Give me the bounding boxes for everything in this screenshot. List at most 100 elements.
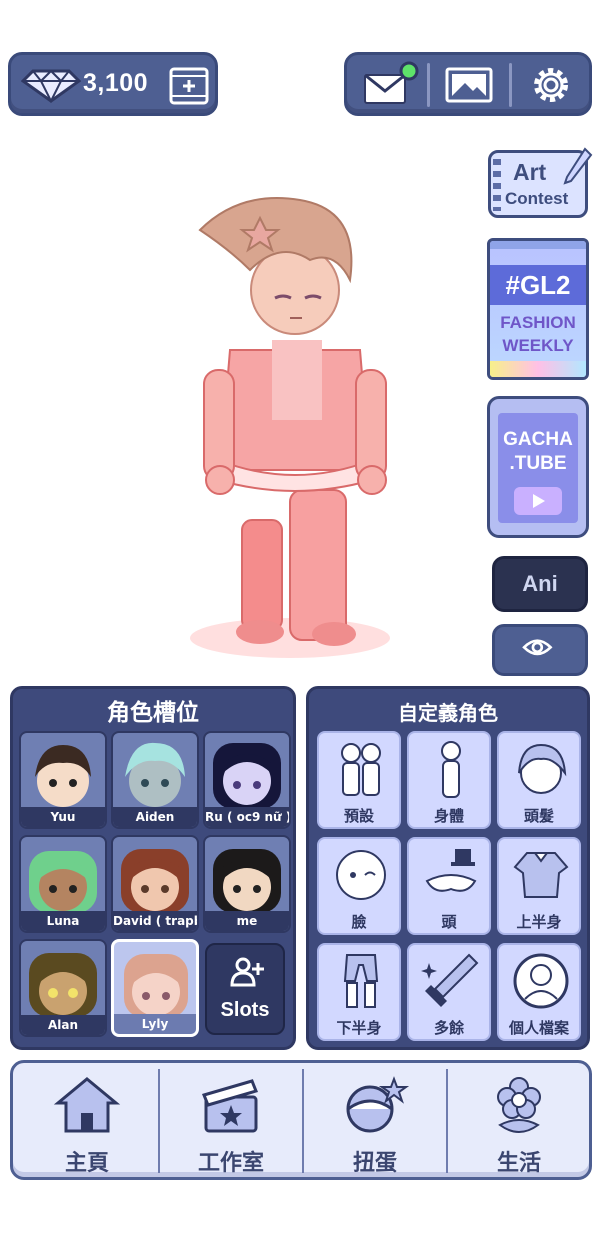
play-icon xyxy=(514,487,562,515)
character-avatar xyxy=(125,742,185,807)
slot-name: Luna xyxy=(21,911,105,931)
house-icon xyxy=(53,1077,121,1133)
notebook-binding xyxy=(493,159,501,211)
slot-name: me xyxy=(205,911,289,931)
character-avatar xyxy=(29,953,97,1017)
body-button[interactable]: 身體 xyxy=(407,731,491,829)
profile-button[interactable]: 個人檔案 xyxy=(497,943,581,1041)
nav-studio[interactable]: 工作室 xyxy=(161,1069,301,1176)
gl2-fashion-weekly-button[interactable]: #GL2 FASHION WEEKLY xyxy=(487,238,589,380)
profile-label: 個人檔案 xyxy=(508,1019,569,1037)
bottom-button[interactable]: 下半身 xyxy=(317,943,401,1041)
add-user-icon xyxy=(230,957,264,987)
art-contest-title: Art xyxy=(513,159,547,185)
art-contest-subtitle: Contest xyxy=(505,189,569,208)
mask-hat-icon xyxy=(425,849,477,892)
character-slot[interactable]: me xyxy=(203,835,291,933)
magazine-stripe xyxy=(490,361,586,377)
body-label: 身體 xyxy=(433,807,464,825)
nav-gacha-label: 扭蛋 xyxy=(352,1151,397,1176)
preset-icon xyxy=(341,743,381,796)
flower-icon xyxy=(497,1077,541,1133)
hair-icon xyxy=(518,743,567,794)
clapperboard-icon xyxy=(201,1079,259,1133)
art-contest-button[interactable]: Art Contest xyxy=(488,147,593,218)
slot-name: Lyly xyxy=(114,1014,196,1034)
face-button[interactable]: 臉 xyxy=(317,837,401,935)
hair-label: 頭髮 xyxy=(523,807,554,825)
gem-count: 3,100 xyxy=(83,69,149,97)
head-accessory-button[interactable]: 頭 xyxy=(407,837,491,935)
nav-divider xyxy=(446,1069,448,1173)
character-slot[interactable]: Aiden xyxy=(111,731,199,829)
character-avatar xyxy=(213,849,281,913)
nav-gacha[interactable]: 扭蛋 xyxy=(305,1069,445,1176)
custom-character-panel: 自定義角色 預設 身體 頭髮 臉 頭 上半身 下半身 多餘 個人檔案 xyxy=(306,686,590,1050)
shirt-icon xyxy=(513,852,569,898)
character-avatar xyxy=(35,745,91,807)
fashion-label: FASHION xyxy=(500,313,576,332)
bottom-label: 下半身 xyxy=(336,1019,382,1037)
toolbar-divider xyxy=(509,63,512,107)
character-slot-selected[interactable]: Lyly xyxy=(111,939,199,1037)
body-icon xyxy=(441,741,461,798)
eye-toggle-button[interactable] xyxy=(492,624,588,676)
gear-icon[interactable] xyxy=(519,61,583,109)
character-slots-panel: 角色槽位 Yuu Aiden Ru ( oc9 nữ ) Luna David … xyxy=(10,686,296,1050)
weekly-label: WEEKLY xyxy=(502,336,574,355)
eye-icon xyxy=(522,639,553,656)
character-avatar xyxy=(124,954,188,1018)
nav-studio-label: 工作室 xyxy=(197,1151,264,1176)
gallery-icon[interactable] xyxy=(437,61,501,109)
slot-name: Alan xyxy=(21,1015,105,1035)
gem-counter: 3,100 xyxy=(8,52,218,116)
add-slots-button[interactable]: Slots xyxy=(205,943,285,1035)
preset-label: 預設 xyxy=(343,807,374,825)
pencil-icon xyxy=(563,147,593,185)
gacha-capsule-icon xyxy=(346,1076,410,1133)
face-icon xyxy=(336,850,386,900)
nav-life[interactable]: 生活 xyxy=(449,1069,589,1176)
preset-button[interactable]: 預設 xyxy=(317,731,401,829)
character-slots-title: 角色槽位 xyxy=(107,700,199,726)
gacha-label: GACHA xyxy=(503,429,573,450)
tablet-screen: GACHA .TUBE xyxy=(498,413,578,523)
character-figure[interactable] xyxy=(160,190,430,670)
top-button[interactable]: 上半身 xyxy=(497,837,581,935)
character-avatar xyxy=(29,851,97,913)
toolbar-divider xyxy=(427,63,430,107)
slot-name: Ru ( oc9 nữ ) xyxy=(205,807,289,827)
add-gems-button[interactable] xyxy=(169,67,209,105)
nav-divider xyxy=(158,1069,160,1173)
head-label: 頭 xyxy=(441,913,457,931)
hair-button[interactable]: 頭髮 xyxy=(497,731,581,829)
magazine-band xyxy=(490,241,586,249)
nav-home[interactable]: 主頁 xyxy=(17,1069,157,1176)
diamond-icon xyxy=(21,69,81,103)
pants-icon xyxy=(343,954,379,1008)
nav-life-label: 生活 xyxy=(496,1151,541,1176)
character-slot[interactable]: Yuu xyxy=(19,731,107,829)
profile-icon xyxy=(513,953,569,1009)
top-toolbar xyxy=(344,52,592,116)
custom-character-title: 自定義角色 xyxy=(398,701,498,725)
character-slot[interactable]: David ( trapboi ) xyxy=(111,835,199,933)
slot-name: David ( trapboi ) xyxy=(113,911,197,931)
gacha-tube-button[interactable]: GACHA .TUBE xyxy=(487,396,589,538)
sword-icon xyxy=(421,953,479,1007)
character-slot[interactable]: Ru ( oc9 nữ ) xyxy=(203,731,291,829)
mail-icon[interactable] xyxy=(355,61,419,109)
nav-home-label: 主頁 xyxy=(64,1151,109,1176)
slot-name: Yuu xyxy=(21,807,105,827)
bottom-navigation: 主頁 工作室 扭蛋 生活 xyxy=(10,1060,592,1180)
extra-button[interactable]: 多餘 xyxy=(407,943,491,1041)
slots-label: Slots xyxy=(220,999,270,1021)
extra-label: 多餘 xyxy=(433,1019,464,1037)
face-label: 臉 xyxy=(351,913,367,931)
nav-divider xyxy=(302,1069,304,1173)
character-slot[interactable]: Luna xyxy=(19,835,107,933)
character-slot[interactable]: Alan xyxy=(19,939,107,1037)
ani-button[interactable]: Ani xyxy=(492,556,588,612)
character-avatar xyxy=(121,849,189,913)
slot-name: Aiden xyxy=(113,807,197,827)
